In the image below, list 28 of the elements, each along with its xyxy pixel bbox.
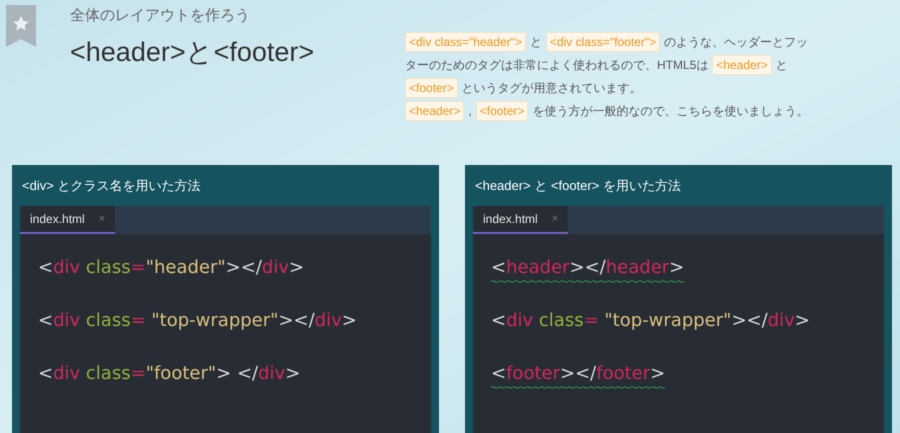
tab-label: index.html	[483, 211, 538, 228]
description-text: ターのためのタグは非常によく使われるので、HTML5は	[405, 57, 708, 74]
description-text: を使う方が一般的なので、こちらを使いましょう。	[532, 103, 808, 120]
code-line: <header></header>	[491, 256, 684, 280]
lesson-subtitle: 全体のレイアウトを作ろう	[70, 6, 251, 26]
code-tag: <header>	[712, 55, 772, 75]
code-tag: <footer>	[476, 101, 528, 121]
code-tag: <div class="footer">	[546, 32, 660, 52]
file-tab[interactable]: index.html ×	[473, 206, 568, 234]
panel-title: <div> とクラス名を用いた方法	[21, 177, 202, 195]
code-tag: <header>	[405, 101, 464, 121]
lesson-title: <header>と<footer>	[70, 36, 314, 69]
code-line: <footer></footer>	[491, 362, 666, 386]
panel-title: <header> と <footer> を用いた方法	[474, 177, 682, 195]
description-text: ,	[468, 103, 472, 120]
description-text: というタグが用意されています。	[462, 80, 642, 97]
description-text: のような、ヘッダーとフッ	[664, 34, 808, 51]
description-text: と	[530, 34, 542, 51]
tab-label: index.html	[30, 211, 85, 228]
bookmark-star-icon	[6, 5, 36, 47]
description-text: と	[776, 57, 788, 74]
code-tag: <div class="header">	[405, 32, 526, 52]
code-line: <div class="header"></div>	[38, 256, 304, 280]
file-tab[interactable]: index.html ×	[20, 206, 116, 234]
code-line: <div class= "top-wrapper"></div>	[38, 309, 357, 333]
code-line: <div class= "top-wrapper"></div>	[491, 309, 810, 333]
code-tag: <footer>	[405, 78, 458, 98]
code-line: <div class="footer"> </div>	[38, 362, 300, 386]
